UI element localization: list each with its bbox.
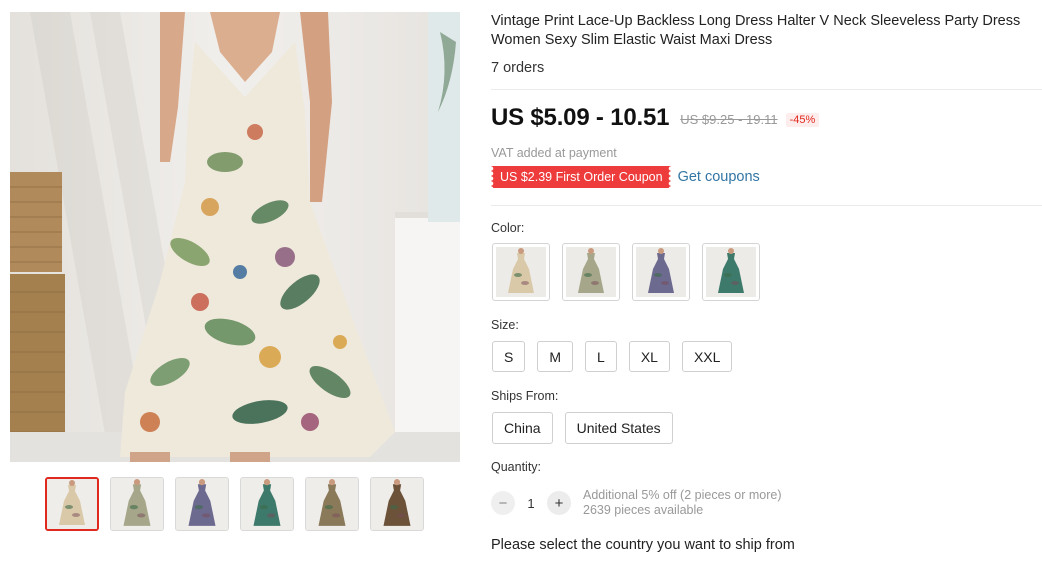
stock-note: 2639 pieces available	[583, 503, 704, 517]
ships-from-united-states[interactable]: United States	[564, 412, 673, 444]
gallery-thumbnail[interactable]	[175, 477, 229, 531]
divider	[491, 205, 1042, 206]
size-option-xl[interactable]: XL	[628, 341, 670, 372]
price-row: US $5.09 - 10.51 US $9.25 - 19.11 -45%	[491, 104, 820, 132]
plus-icon[interactable]: +	[547, 491, 571, 515]
product-info: Vintage Print Lace-Up Backless Long Dres…	[491, 12, 1036, 76]
main-product-image[interactable]	[10, 12, 460, 462]
shipping-message: Please select the country you want to sh…	[491, 537, 795, 553]
gallery-thumbnail[interactable]	[370, 477, 424, 531]
color-swatch-floral-purple[interactable]	[632, 243, 690, 301]
ships-from-china[interactable]: China	[492, 412, 553, 444]
dress-photo	[10, 12, 460, 462]
size-option-m[interactable]: M	[537, 341, 574, 372]
orders-count: 7 orders	[491, 60, 545, 76]
quantity-note: Additional 5% off (2 pieces or more) 263…	[583, 488, 781, 518]
thumbnail-strip	[45, 477, 424, 531]
vat-note: VAT added at payment	[491, 146, 617, 160]
ships-from-label: Ships From:	[491, 389, 559, 403]
size-option-xxl[interactable]: XXL	[681, 341, 733, 372]
color-swatch-floral-green[interactable]	[562, 243, 620, 301]
size-label: Size:	[491, 318, 519, 332]
size-option-l[interactable]: L	[585, 341, 617, 372]
product-title: Vintage Print Lace-Up Backless Long Dres…	[491, 13, 1021, 48]
original-price: US $9.25 - 19.11	[680, 112, 778, 127]
minus-icon[interactable]: −	[491, 491, 515, 515]
gallery-thumbnail[interactable]	[240, 477, 294, 531]
gallery-thumbnail[interactable]	[110, 477, 164, 531]
color-swatch-floral-teal[interactable]	[702, 243, 760, 301]
get-coupons-link[interactable]: Get coupons	[678, 169, 760, 185]
quantity-input[interactable]	[515, 495, 547, 511]
gallery-thumbnail[interactable]	[45, 477, 99, 531]
discount-badge: -45%	[785, 112, 820, 127]
color-label: Color:	[491, 221, 525, 235]
gallery-thumbnail[interactable]	[305, 477, 359, 531]
bulk-discount-note: Additional 5% off (2 pieces or more)	[583, 488, 782, 502]
size-options: S M L XL XXL	[492, 341, 733, 372]
divider	[491, 89, 1042, 90]
coupon-badge: US $2.39 First Order Coupon	[491, 166, 671, 188]
ships-from-options: China United States	[492, 412, 673, 444]
size-option-s[interactable]: S	[492, 341, 526, 372]
quantity-label: Quantity:	[491, 460, 542, 474]
color-swatch-floral-white[interactable]	[492, 243, 550, 301]
current-price: US $5.09 - 10.51	[491, 104, 670, 131]
quantity-stepper: − + Additional 5% off (2 pieces or more)…	[491, 488, 781, 518]
coupon-row: US $2.39 First Order Coupon Get coupons	[491, 166, 760, 188]
color-swatches	[492, 243, 760, 301]
